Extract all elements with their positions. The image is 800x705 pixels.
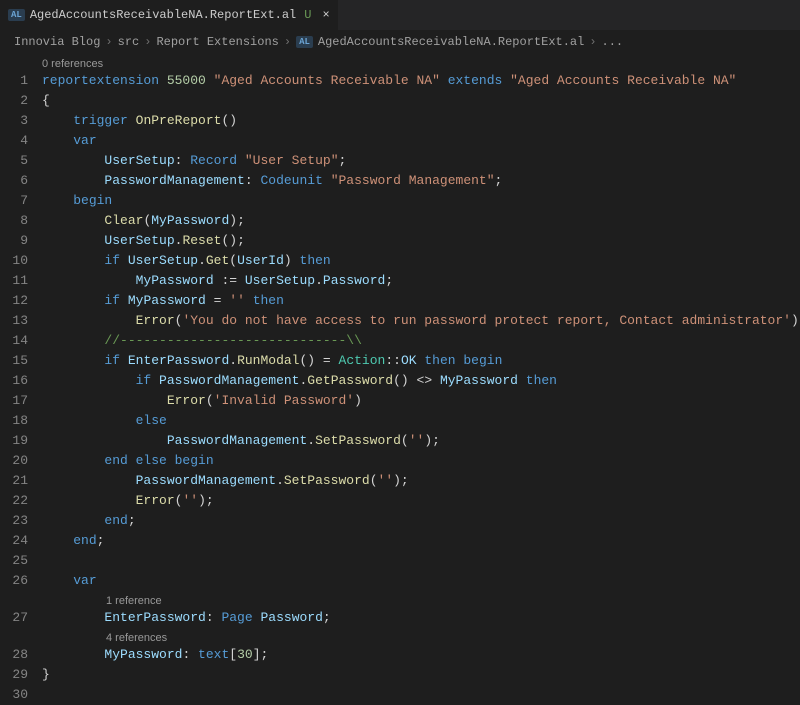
- al-badge-icon: AL: [8, 9, 25, 21]
- code-line: end;: [42, 531, 800, 551]
- tab-filename: AgedAccountsReceivableNA.ReportExt.al: [30, 8, 296, 22]
- code-content[interactable]: 0 references reportextension 55000 "Aged…: [42, 54, 800, 705]
- close-icon[interactable]: ×: [322, 8, 329, 22]
- code-line: PasswordManagement.SetPassword('');: [42, 431, 800, 451]
- tab-modified-indicator: U: [304, 8, 311, 22]
- code-line: var: [42, 131, 800, 151]
- tab-bar: AL AgedAccountsReceivableNA.ReportExt.al…: [0, 0, 800, 30]
- code-line: [42, 685, 800, 705]
- code-line: if EnterPassword.RunModal() = Action::OK…: [42, 351, 800, 371]
- line-number-gutter: 1 2 3 4 5 6 7 8 9 10 11 12 13 14 15 16 1…: [0, 54, 42, 705]
- codelens-references[interactable]: 0 references: [42, 54, 800, 71]
- code-line: UserSetup: Record "User Setup";: [42, 151, 800, 171]
- code-line: trigger OnPreReport(): [42, 111, 800, 131]
- code-line: MyPassword := UserSetup.Password;: [42, 271, 800, 291]
- code-line: Error('Invalid Password'): [42, 391, 800, 411]
- code-line: reportextension 55000 "Aged Accounts Rec…: [42, 71, 800, 91]
- code-line: PasswordManagement.SetPassword('');: [42, 471, 800, 491]
- breadcrumb-item[interactable]: src: [118, 35, 140, 49]
- code-line: Error('You do not have access to run pas…: [42, 311, 800, 331]
- code-line: [42, 551, 800, 571]
- chevron-right-icon: ›: [589, 35, 596, 49]
- code-line: var: [42, 571, 800, 591]
- code-line: }: [42, 665, 800, 685]
- code-line: if MyPassword = '' then: [42, 291, 800, 311]
- codelens-references[interactable]: 1 reference: [42, 591, 800, 608]
- al-badge-icon: AL: [296, 36, 313, 48]
- breadcrumb[interactable]: Innovia Blog › src › Report Extensions ›…: [0, 30, 800, 54]
- breadcrumb-more[interactable]: ...: [602, 35, 624, 49]
- code-line: UserSetup.Reset();: [42, 231, 800, 251]
- code-line: begin: [42, 191, 800, 211]
- code-line: end;: [42, 511, 800, 531]
- breadcrumb-file[interactable]: AgedAccountsReceivableNA.ReportExt.al: [318, 35, 584, 49]
- code-line: if PasswordManagement.GetPassword() <> M…: [42, 371, 800, 391]
- code-line: //-----------------------------\\: [42, 331, 800, 351]
- code-line: else: [42, 411, 800, 431]
- code-line: if UserSetup.Get(UserId) then: [42, 251, 800, 271]
- chevron-right-icon: ›: [284, 35, 291, 49]
- chevron-right-icon: ›: [144, 35, 151, 49]
- code-line: end else begin: [42, 451, 800, 471]
- codelens-references[interactable]: 4 references: [42, 628, 800, 645]
- code-line: PasswordManagement: Codeunit "Password M…: [42, 171, 800, 191]
- code-line: MyPassword: text[30];: [42, 645, 800, 665]
- breadcrumb-item[interactable]: Innovia Blog: [14, 35, 100, 49]
- code-line: {: [42, 91, 800, 111]
- code-line: Error('');: [42, 491, 800, 511]
- breadcrumb-item[interactable]: Report Extensions: [156, 35, 278, 49]
- code-line: Clear(MyPassword);: [42, 211, 800, 231]
- code-editor[interactable]: 1 2 3 4 5 6 7 8 9 10 11 12 13 14 15 16 1…: [0, 54, 800, 705]
- code-line: EnterPassword: Page Password;: [42, 608, 800, 628]
- chevron-right-icon: ›: [105, 35, 112, 49]
- editor-tab[interactable]: AL AgedAccountsReceivableNA.ReportExt.al…: [0, 0, 339, 30]
